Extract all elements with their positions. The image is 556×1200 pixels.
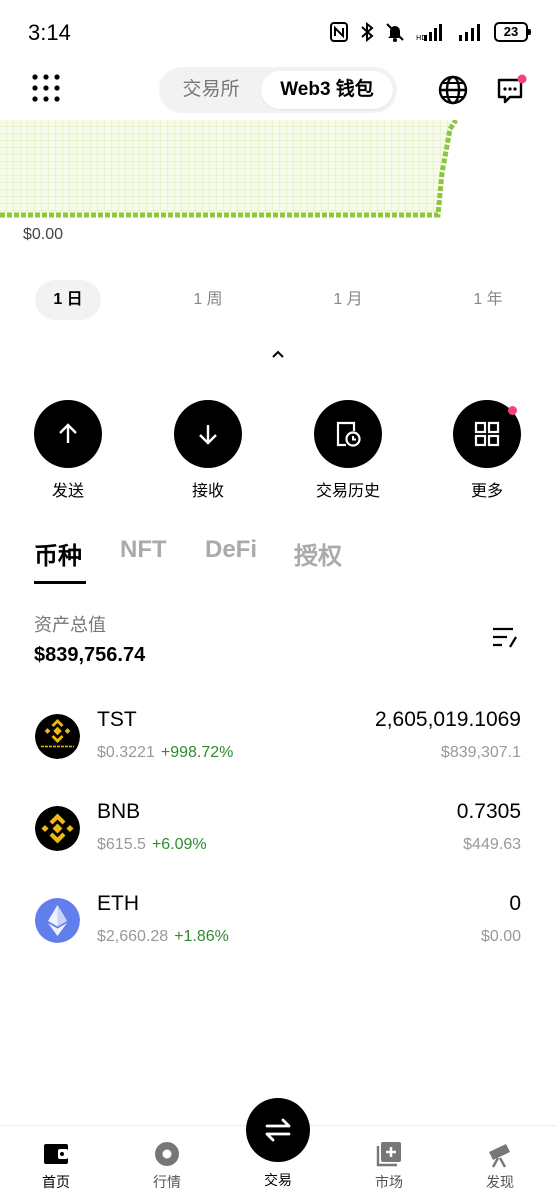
range-tab-1w[interactable]: 1 周 bbox=[175, 280, 241, 320]
token-balance: 0 bbox=[509, 892, 521, 915]
range-tab-1d[interactable]: 1 日 bbox=[35, 280, 101, 320]
mute-icon bbox=[386, 23, 404, 42]
tab-defi[interactable]: DeFi bbox=[205, 536, 257, 564]
market-icon bbox=[155, 1142, 179, 1166]
globe-icon[interactable] bbox=[437, 74, 469, 106]
receive-label: 接收 bbox=[191, 483, 224, 500]
range-tab-1m[interactable]: 1 月 bbox=[315, 280, 381, 320]
history-circle[interactable] bbox=[314, 400, 382, 468]
telescope-icon bbox=[489, 1144, 510, 1168]
send-button[interactable]: 发送 bbox=[13, 400, 123, 501]
token-price: $0.3221 bbox=[97, 744, 155, 761]
tab-nft[interactable]: NFT bbox=[120, 536, 167, 564]
token-value: $839,307.1 bbox=[440, 744, 521, 761]
bnb-logo-icon bbox=[35, 806, 80, 851]
send-circle[interactable] bbox=[34, 400, 102, 468]
history-icon bbox=[336, 421, 361, 447]
nav-discover-label: 发现 bbox=[486, 1174, 514, 1190]
wallet-icon bbox=[44, 1144, 68, 1164]
top-header: 交易所 Web3 钱包 bbox=[0, 64, 556, 118]
token-row-eth[interactable]: ETH $2,660.28 +1.86% 0 $0.00 bbox=[0, 888, 556, 968]
message-icon[interactable] bbox=[496, 74, 528, 106]
token-price-row: $0.3221 +998.72% bbox=[97, 744, 233, 762]
token-value: $449.63 bbox=[463, 836, 521, 853]
status-time: 3:14 bbox=[28, 20, 71, 45]
token-price-row: $2,660.28 +1.86% bbox=[97, 928, 229, 946]
time-range-tabs: 1 日 1 周 1 月 1 年 bbox=[0, 280, 556, 320]
grid-icon bbox=[474, 421, 500, 447]
history-label: 交易历史 bbox=[315, 483, 380, 500]
token-balance: 2,605,019.1069 bbox=[375, 708, 521, 731]
sort-icon[interactable] bbox=[491, 625, 519, 651]
svg-text:HD: HD bbox=[416, 34, 427, 41]
tab-approvals[interactable]: 授权 bbox=[294, 536, 342, 571]
balance-chart bbox=[0, 120, 459, 218]
nav-trade-label: 交易 bbox=[264, 1172, 292, 1188]
chevron-up-icon[interactable] bbox=[270, 348, 286, 360]
receive-circle[interactable] bbox=[174, 400, 242, 468]
menu-grid-icon[interactable] bbox=[32, 74, 60, 102]
mode-switch: 交易所 Web3 钱包 bbox=[159, 67, 397, 113]
token-balance: 0.7305 bbox=[456, 800, 521, 823]
trade-button[interactable] bbox=[246, 1098, 310, 1162]
more-button[interactable]: 更多 bbox=[432, 400, 542, 501]
receive-button[interactable]: 接收 bbox=[153, 400, 263, 501]
wallet-actions: 发送 接收 交易历史 更多 bbox=[0, 400, 556, 500]
token-price-row: $615.5 +6.09% bbox=[97, 836, 207, 854]
send-label: 发送 bbox=[51, 483, 84, 500]
chart-area bbox=[0, 120, 455, 213]
tab-exchange[interactable]: 交易所 bbox=[163, 71, 259, 109]
chart-axis-label: $0.00 bbox=[23, 226, 64, 243]
bluetooth-icon bbox=[361, 22, 374, 42]
status-icons: HD 23 bbox=[330, 20, 531, 44]
token-change: +998.72% bbox=[160, 744, 234, 761]
nav-home[interactable]: 首页 bbox=[16, 1140, 96, 1192]
token-change: +1.86% bbox=[174, 928, 229, 945]
active-tab-underline bbox=[34, 581, 86, 584]
nav-home-label: 首页 bbox=[42, 1174, 70, 1190]
more-circle[interactable] bbox=[453, 400, 521, 468]
signal-2-icon bbox=[459, 24, 480, 41]
tst-logo-icon bbox=[35, 714, 80, 759]
signal-1-icon: HD bbox=[416, 24, 442, 41]
arrow-up-icon bbox=[59, 423, 77, 443]
eth-logo-icon bbox=[35, 898, 80, 943]
token-price: $2,660.28 bbox=[97, 928, 169, 945]
tab-tokens[interactable]: 币种 bbox=[34, 536, 82, 571]
arrow-down-icon bbox=[199, 425, 217, 445]
status-bar: 3:14 HD 23 bbox=[0, 0, 556, 64]
nav-marketplace-label: 市场 bbox=[375, 1174, 403, 1190]
nav-discover[interactable]: 发现 bbox=[460, 1140, 540, 1192]
notification-dot bbox=[508, 406, 517, 415]
token-symbol: ETH bbox=[97, 892, 139, 915]
more-label: 更多 bbox=[470, 483, 503, 500]
total-assets-label: 资产总值 bbox=[34, 615, 106, 635]
total-assets-value: $839,756.74 bbox=[34, 644, 146, 666]
nav-market[interactable]: 行情 bbox=[127, 1140, 207, 1192]
swap-icon bbox=[265, 1118, 291, 1142]
marketplace-icon bbox=[376, 1142, 401, 1167]
token-row-bnb[interactable]: BNB $615.5 +6.09% 0.7305 $449.63 bbox=[0, 796, 556, 876]
battery-icon: 23 bbox=[494, 22, 531, 42]
tab-web3-wallet[interactable]: Web3 钱包 bbox=[261, 71, 393, 109]
token-symbol: TST bbox=[97, 708, 137, 731]
token-price: $615.5 bbox=[97, 836, 146, 853]
token-symbol: BNB bbox=[97, 800, 141, 823]
nav-marketplace[interactable]: 市场 bbox=[349, 1140, 429, 1192]
token-change: +6.09% bbox=[151, 836, 207, 853]
range-tab-1y[interactable]: 1 年 bbox=[455, 280, 521, 320]
history-button[interactable]: 交易历史 bbox=[293, 400, 403, 501]
nav-market-label: 行情 bbox=[153, 1174, 181, 1190]
nfc-icon bbox=[330, 22, 348, 42]
token-row-tst[interactable]: TST $0.3221 +998.72% 2,605,019.1069 $839,… bbox=[0, 704, 556, 784]
token-value: $0.00 bbox=[480, 928, 521, 945]
